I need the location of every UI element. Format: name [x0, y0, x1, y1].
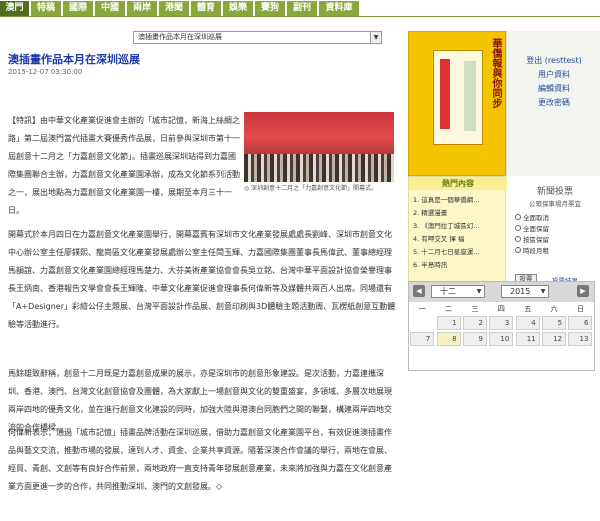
calendar-day[interactable]: 12 — [542, 332, 567, 346]
calendar-header: ◀ 十二 ▼ 2015 ▼ ▶ — [409, 282, 594, 302]
calendar-day[interactable]: 8 — [436, 332, 461, 346]
calendar-weekday: 三 — [471, 305, 479, 313]
cover-title: 華僑報與你同步 — [490, 38, 501, 108]
article-select-value: 澳插畫作品本月在深圳巡展 — [138, 33, 222, 41]
calendar-weekday: 二 — [445, 305, 453, 313]
calendar-weekday: 日 — [577, 305, 585, 313]
calendar-day[interactable]: 11 — [515, 332, 540, 346]
calendar-day[interactable]: 3 — [489, 316, 514, 330]
sidebar: 華僑報與你同步 登出 (resttest) 用户資料 編輯資料 更改密碼 熱門內… — [402, 18, 600, 521]
radio-icon[interactable] — [515, 247, 521, 253]
change-password-link[interactable]: 更改密碼 — [507, 97, 600, 108]
article-paragraph-4: 何偉新表示，通過「城市記憶」插畫品牌活動在深圳巡展，借助力嘉創意文化產業園平台，… — [8, 428, 392, 491]
chevron-down-icon: ▼ — [540, 288, 546, 295]
nav-item-2[interactable]: 國際 — [63, 1, 93, 16]
calendar-month-select[interactable]: 十二 ▼ — [431, 285, 485, 298]
poll-option[interactable]: 全面保留 — [515, 223, 549, 233]
nav-item-10[interactable]: 資料庫 — [319, 1, 359, 16]
chevron-down-icon[interactable]: ▼ — [370, 32, 381, 43]
user-panel: 登出 (resttest) 用户資料 編輯資料 更改密碼 — [506, 31, 600, 176]
calendar-empty-cell — [410, 316, 434, 330]
calendar-weekdays: 一二三四五六日 — [409, 302, 594, 316]
nav-item-7[interactable]: 娛樂 — [223, 1, 253, 16]
radio-icon[interactable] — [515, 225, 521, 231]
hot-item[interactable]: 3. 《澳門拉丁城區幻... — [413, 220, 479, 230]
photo-people — [244, 154, 394, 182]
poll-option[interactable]: 全面取消 — [515, 212, 549, 222]
top-navigation: 澳門 特稿 國際 中國 兩岸 港聞 體育 娛樂 賽狗 副刊 資料庫 — [0, 0, 600, 17]
nav-item-5[interactable]: 港聞 — [159, 1, 189, 16]
poll-option[interactable]: 按區保留 — [515, 234, 549, 244]
nav-item-8[interactable]: 賽狗 — [255, 1, 285, 16]
news-poll: 新聞投票 公眾保車場月票宜 全面取消 全面保留 按區保留 時段月租 投票 投票結… — [510, 184, 600, 285]
nav-item-0[interactable]: 澳門 — [0, 1, 29, 16]
calendar-day[interactable]: 1 — [436, 316, 461, 330]
calendar-day[interactable]: 10 — [489, 332, 514, 346]
article-photo — [244, 112, 394, 182]
calendar-weekday: 六 — [550, 305, 558, 313]
nav-item-3[interactable]: 中國 — [95, 1, 125, 16]
hot-item[interactable]: 4. 有呷交叉 揮 福 — [413, 233, 464, 243]
calendar-day[interactable]: 13 — [568, 332, 593, 346]
hot-item[interactable]: 6. 半島時訊 — [413, 259, 447, 269]
nav-item-9[interactable]: 副刊 — [287, 1, 317, 16]
cover-stripe-red — [440, 59, 450, 129]
calendar-day[interactable]: 2 — [462, 316, 487, 330]
newspaper-cover[interactable]: 華僑報與你同步 — [408, 31, 506, 176]
article-paragraph-2: 開幕式於本月四日在力嘉創意文化產業園舉行，開幕嘉賓有深圳市文化產業發展處處長劉峰… — [8, 230, 396, 329]
calendar-day[interactable]: 9 — [462, 332, 487, 346]
article-date: 2015-12-07 03:30:00 — [8, 68, 83, 76]
calendar-day[interactable]: 7 — [410, 332, 435, 346]
cover-book-image — [433, 50, 483, 145]
poll-option[interactable]: 時段月租 — [515, 245, 549, 255]
calendar-year-select[interactable]: 2015 ▼ — [501, 285, 549, 298]
article-title: 澳插畫作品本月在深圳巡展 — [8, 53, 140, 66]
user-profile-link[interactable]: 用户資料 — [507, 69, 600, 80]
poll-question: 公眾保車場月票宜 — [529, 200, 581, 208]
radio-icon[interactable] — [515, 214, 521, 220]
calendar-weekday: 五 — [524, 305, 532, 313]
hot-item[interactable]: 2. 精選漫畫 — [413, 207, 447, 217]
calendar-weekday: 四 — [497, 305, 505, 313]
calendar-weekday: 一 — [418, 305, 426, 313]
article-column: 澳插畫作品本月在深圳巡展 ▼ 澳插畫作品本月在深圳巡展 2015-12-07 0… — [0, 18, 402, 521]
photo-caption: ◎ 深圳創意十二月之「力嘉創意文化節」開幕式。 — [244, 185, 378, 192]
calendar: ◀ 十二 ▼ 2015 ▼ ▶ 一二三四五六日 1 2 3 4 5 6 7 8 9 10 11 12 13 — [408, 281, 595, 371]
hot-item[interactable]: 1. 這真是一個華僑網... — [413, 194, 479, 204]
calendar-day[interactable]: 4 — [515, 316, 540, 330]
calendar-prev-button[interactable]: ◀ — [413, 285, 425, 297]
nav-item-4[interactable]: 兩岸 — [127, 1, 157, 16]
calendar-day[interactable]: 5 — [542, 316, 567, 330]
calendar-day[interactable]: 6 — [568, 316, 593, 330]
hot-content-panel: 熱門內容 1. 這真是一個華僑網... 2. 精選漫畫 3. 《澳門拉丁城區幻.… — [408, 176, 507, 284]
cover-stripe-green — [464, 61, 476, 131]
calendar-next-button[interactable]: ▶ — [577, 285, 589, 297]
logout-link[interactable]: 登出 (resttest) — [507, 55, 600, 66]
nav-item-1[interactable]: 特稿 — [31, 1, 61, 16]
calendar-days: 1 2 3 4 5 6 7 8 9 10 11 12 13 — [409, 316, 594, 348]
hot-content-heading: 熱門內容 — [409, 177, 507, 190]
chevron-down-icon: ▼ — [476, 288, 482, 295]
nav-item-6[interactable]: 體育 — [191, 1, 221, 16]
article-select[interactable]: 澳插畫作品本月在深圳巡展 ▼ — [133, 31, 382, 44]
poll-heading: 新聞投票 — [536, 187, 573, 197]
hot-item[interactable]: 5. 十二月七日星座運... — [413, 246, 479, 256]
radio-icon[interactable] — [515, 236, 521, 242]
edit-profile-link[interactable]: 編輯資料 — [507, 83, 600, 94]
article-paragraph-1: 【特訊】由中華文化產業促進會主辦的「城市記憶，新海上絲綢之路」第二屆澳門當代插畫… — [8, 116, 240, 215]
